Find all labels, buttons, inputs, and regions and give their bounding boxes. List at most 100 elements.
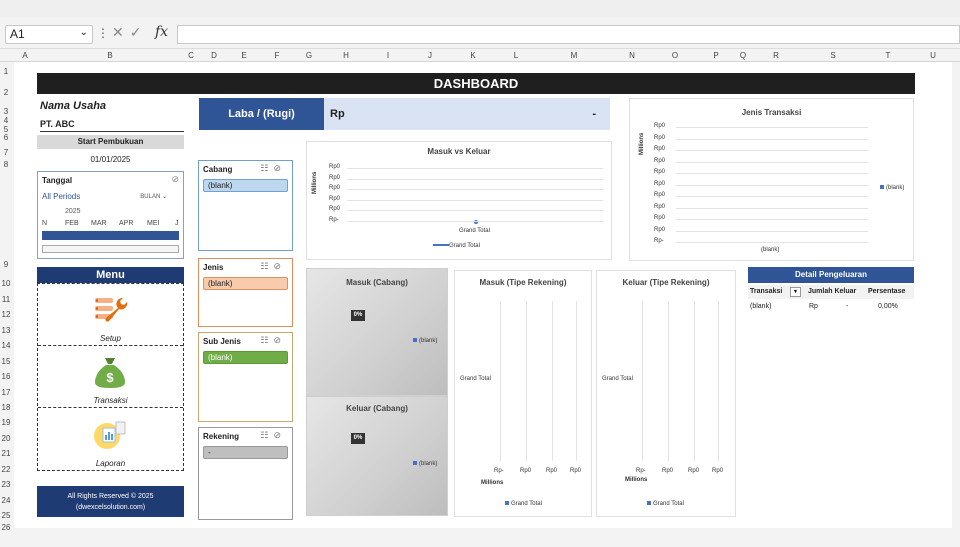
name-box[interactable]: A1 ⌄ bbox=[5, 25, 93, 44]
chart-masuk-vs-keluar[interactable]: Masuk vs Keluar Millions Grand Total Gra… bbox=[306, 141, 612, 260]
column-header-cell[interactable]: R bbox=[773, 51, 779, 60]
column-header-cell[interactable]: H bbox=[343, 51, 349, 60]
row-header-cell[interactable]: 21 bbox=[0, 449, 12, 458]
chart-keluar-tipe-rekening[interactable]: Keluar (Tipe Rekening) Grand Total Milli… bbox=[596, 270, 736, 517]
column-header-cell[interactable]: P bbox=[713, 51, 718, 60]
column-header: Persentase bbox=[868, 288, 906, 295]
gridline bbox=[668, 301, 669, 461]
row-header-cell[interactable]: 12 bbox=[0, 310, 12, 319]
legend: (blank) bbox=[413, 461, 437, 467]
tick-label: Rp- bbox=[494, 468, 504, 474]
menu-item-label: Transaksi bbox=[93, 396, 128, 405]
legend: Grand Total bbox=[433, 243, 480, 249]
row-header-cell[interactable]: 17 bbox=[0, 388, 12, 397]
row-header-cell[interactable]: 10 bbox=[0, 279, 12, 288]
row-header-cell[interactable]: 24 bbox=[0, 496, 12, 505]
row-header-cell[interactable]: 6 bbox=[0, 133, 12, 142]
row-header-cell[interactable]: 16 bbox=[0, 372, 12, 381]
column-header-cell[interactable]: B bbox=[107, 51, 112, 60]
row-header-cell[interactable]: 25 bbox=[0, 511, 12, 520]
cancel-enter-icons[interactable]: ✕✓ bbox=[112, 24, 147, 41]
chart-title: Keluar (Tipe Rekening) bbox=[622, 278, 710, 287]
column-header-cell[interactable]: L bbox=[514, 51, 518, 60]
row-header-cell[interactable]: 19 bbox=[0, 418, 12, 427]
business-label: Nama Usaha bbox=[40, 100, 107, 112]
row-header-cell[interactable]: 26 bbox=[0, 523, 12, 532]
column-header-cell[interactable]: F bbox=[275, 51, 280, 60]
gridline bbox=[347, 210, 603, 212]
slicer-item[interactable]: - bbox=[203, 446, 288, 459]
row-header-cell[interactable]: 9 bbox=[0, 260, 12, 269]
column-header-cell[interactable]: I bbox=[387, 51, 389, 60]
multiselect-clear-icons[interactable]: ☷⊘ bbox=[260, 430, 286, 441]
column-header-cell[interactable]: N bbox=[629, 51, 635, 60]
row-header-cell[interactable]: 15 bbox=[0, 357, 12, 366]
svg-text:$: $ bbox=[106, 370, 114, 385]
column-header-cell[interactable]: T bbox=[886, 51, 891, 60]
chart-masuk-tipe-rekening[interactable]: Masuk (Tipe Rekening) Grand Total Millio… bbox=[454, 270, 592, 517]
multiselect-clear-icons[interactable]: ☷⊘ bbox=[260, 335, 286, 346]
clear-filter-icon[interactable]: ⊘ bbox=[171, 174, 179, 185]
slicer-sub-jenis[interactable]: Sub Jenis ☷⊘ (blank) bbox=[198, 332, 293, 422]
row-header-cell[interactable]: 13 bbox=[0, 326, 12, 335]
gridline bbox=[642, 301, 643, 461]
row-header-cell[interactable]: 8 bbox=[0, 160, 12, 169]
column-header-cell[interactable]: A bbox=[22, 51, 27, 60]
row-header-cell[interactable]: 3 bbox=[0, 107, 12, 116]
menu-item-setup[interactable]: Setup bbox=[38, 284, 183, 346]
row-headers[interactable]: 1 2 3 4 5 6 7 8 9 10 11 12 13 14 15 16 17 18 19 20 21 22 23 24 2… bbox=[0, 62, 14, 547]
chart-keluar-cabang[interactable]: Keluar (Cabang) 0% (blank) bbox=[306, 396, 448, 516]
slicer-jenis[interactable]: Jenis ☷⊘ (blank) bbox=[198, 258, 293, 327]
slicer-item[interactable]: (blank) bbox=[203, 351, 288, 364]
formula-input[interactable] bbox=[177, 25, 960, 44]
timeline-selection-bar[interactable] bbox=[42, 231, 179, 240]
column-header-cell[interactable]: U bbox=[930, 51, 936, 60]
more-options-icon[interactable]: ⋮ bbox=[97, 26, 109, 40]
chart-masuk-cabang[interactable]: Masuk (Cabang) 0% (blank) bbox=[306, 268, 448, 396]
timeline-slicer[interactable]: Tanggal ⊘ All Periods BULAN ⌄ 2025 N FEB… bbox=[37, 171, 184, 259]
column-header-cell[interactable]: J bbox=[428, 51, 432, 60]
table-row[interactable]: (blank) Rp - 0,00% bbox=[748, 301, 914, 315]
menu-item-label: Laporan bbox=[95, 459, 126, 468]
gridline bbox=[576, 301, 577, 461]
chart-jenis-transaksi[interactable]: Jenis Transaksi Millions (blank) (blank)… bbox=[629, 98, 914, 261]
slicer-cabang[interactable]: Cabang ☷⊘ (blank) bbox=[198, 160, 293, 251]
menu-item-transaksi[interactable]: $ Transaksi bbox=[38, 346, 183, 408]
row-header-cell[interactable]: 11 bbox=[0, 295, 12, 304]
column-header-cell[interactable]: K bbox=[470, 51, 475, 60]
chevron-down-icon[interactable]: ⌄ bbox=[80, 27, 88, 38]
column-header-cell[interactable]: M bbox=[571, 51, 578, 60]
row-header-cell[interactable]: 18 bbox=[0, 403, 12, 412]
row-header-cell[interactable]: 2 bbox=[0, 88, 12, 97]
column-header-cell[interactable]: Q bbox=[740, 51, 746, 60]
filter-dropdown-icon[interactable]: ▾ bbox=[790, 287, 801, 297]
row-header-cell[interactable]: 14 bbox=[0, 341, 12, 350]
slicer-item[interactable]: (blank) bbox=[203, 179, 288, 192]
category-label: Grand Total bbox=[459, 228, 490, 234]
row-header-cell[interactable]: 22 bbox=[0, 465, 12, 474]
insert-function-icon[interactable]: fx bbox=[155, 24, 168, 40]
row-header-cell[interactable]: 1 bbox=[0, 67, 12, 76]
column-headers[interactable]: A B C D E F G H I J K L M N O P Q R S T U bbox=[0, 50, 960, 62]
multiselect-clear-icons[interactable]: ☷⊘ bbox=[260, 261, 286, 272]
column-header-cell[interactable]: D bbox=[211, 51, 217, 60]
gridline bbox=[676, 127, 868, 128]
menu-item-label: Setup bbox=[100, 334, 121, 343]
gridline bbox=[347, 178, 603, 180]
row-header-cell[interactable]: 7 bbox=[0, 148, 12, 157]
column-header-cell[interactable]: O bbox=[672, 51, 678, 60]
slicer-rekening[interactable]: Rekening ☷⊘ - bbox=[198, 427, 293, 520]
timeline-scrollbar[interactable] bbox=[42, 245, 179, 253]
column-header-cell[interactable]: C bbox=[188, 51, 194, 60]
row-header-cell[interactable]: 23 bbox=[0, 480, 12, 489]
menu-item-laporan[interactable]: Laporan bbox=[38, 408, 183, 470]
slicer-item[interactable]: (blank) bbox=[203, 277, 288, 290]
multiselect-clear-icons[interactable]: ☷⊘ bbox=[260, 163, 286, 174]
column-header-cell[interactable]: G bbox=[306, 51, 312, 60]
row-header-cell[interactable]: 4 bbox=[0, 116, 12, 125]
row-header-cell[interactable]: 20 bbox=[0, 434, 12, 443]
column-header-cell[interactable]: E bbox=[241, 51, 246, 60]
slicer-title: Jenis bbox=[203, 263, 224, 272]
timeline-level-dropdown[interactable]: BULAN ⌄ bbox=[140, 193, 167, 200]
column-header-cell[interactable]: S bbox=[830, 51, 835, 60]
